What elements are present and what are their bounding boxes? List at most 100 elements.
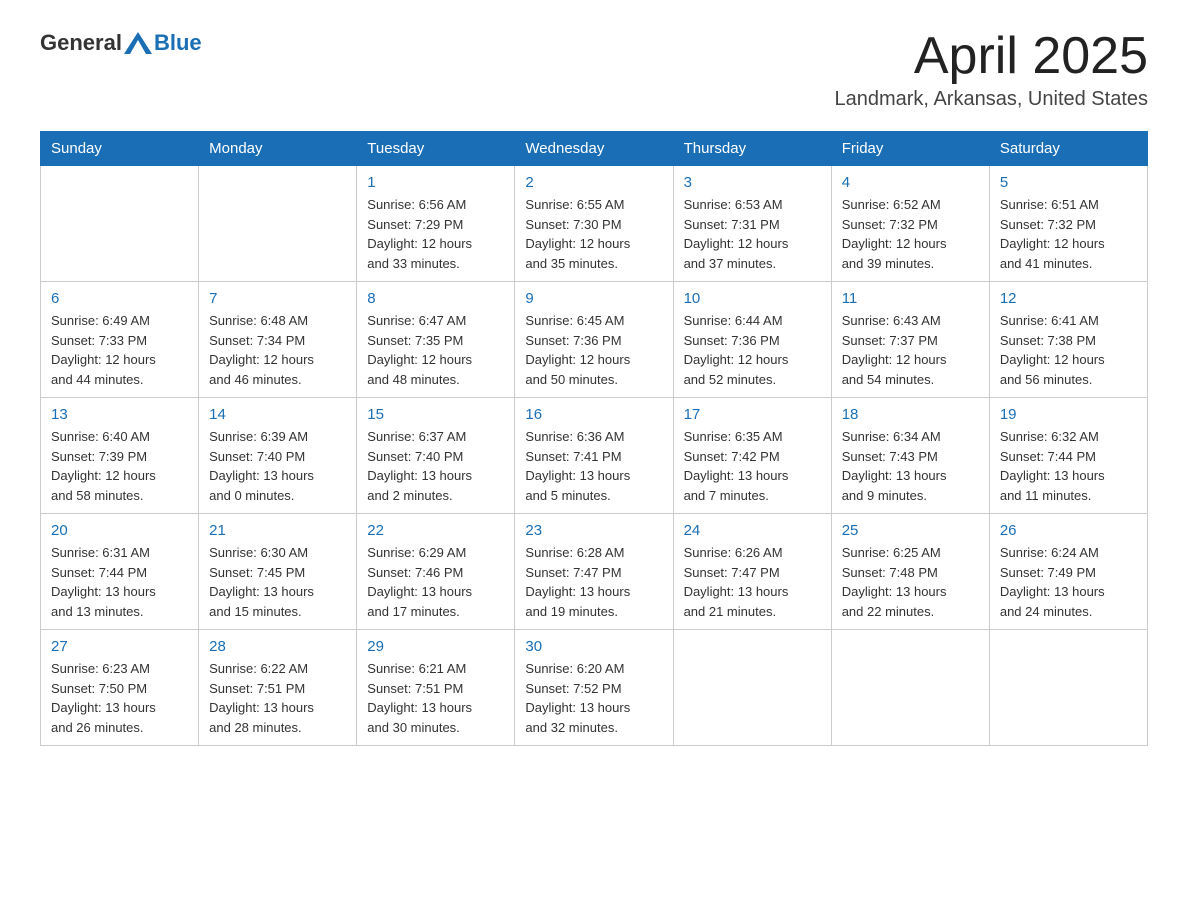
day-info: Sunrise: 6:32 AM Sunset: 7:44 PM Dayligh… [1000, 427, 1137, 505]
day-number: 6 [51, 290, 188, 307]
day-number: 12 [1000, 290, 1137, 307]
day-number: 27 [51, 638, 188, 655]
calendar-cell: 15 Sunrise: 6:37 AM Sunset: 7:40 PM Dayli… [357, 398, 515, 514]
day-info: Sunrise: 6:37 AM Sunset: 7:40 PM Dayligh… [367, 427, 504, 505]
calendar-cell: 23 Sunrise: 6:28 AM Sunset: 7:47 PM Dayli… [515, 514, 673, 630]
day-number: 11 [842, 290, 979, 307]
day-info: Sunrise: 6:56 AM Sunset: 7:29 PM Dayligh… [367, 195, 504, 273]
day-number: 20 [51, 522, 188, 539]
calendar-cell: 11 Sunrise: 6:43 AM Sunset: 7:37 PM Dayli… [831, 282, 989, 398]
calendar-cell: 3 Sunrise: 6:53 AM Sunset: 7:31 PM Daylig… [673, 166, 831, 282]
calendar-week-row: 27 Sunrise: 6:23 AM Sunset: 7:50 PM Dayli… [41, 630, 1148, 746]
day-number: 1 [367, 174, 504, 191]
calendar-cell: 19Sunrise: 6:32 AM Sunset: 7:44 PM Dayli… [989, 398, 1147, 514]
calendar-cell: 10Sunrise: 6:44 AM Sunset: 7:36 PM Dayli… [673, 282, 831, 398]
day-info: Sunrise: 6:30 AM Sunset: 7:45 PM Dayligh… [209, 543, 346, 621]
calendar-cell: 26Sunrise: 6:24 AM Sunset: 7:49 PM Dayli… [989, 514, 1147, 630]
day-number: 2 [525, 174, 662, 191]
calendar-cell: 16 Sunrise: 6:36 AM Sunset: 7:41 PM Dayli… [515, 398, 673, 514]
day-number: 13 [51, 406, 188, 423]
day-number: 28 [209, 638, 346, 655]
day-info: Sunrise: 6:55 AM Sunset: 7:30 PM Dayligh… [525, 195, 662, 273]
day-info: Sunrise: 6:34 AM Sunset: 7:43 PM Dayligh… [842, 427, 979, 505]
day-header-monday: Monday [199, 132, 357, 166]
day-number: 30 [525, 638, 662, 655]
day-number: 14 [209, 406, 346, 423]
calendar-week-row: 20 Sunrise: 6:31 AM Sunset: 7:44 PM Dayli… [41, 514, 1148, 630]
day-info: Sunrise: 6:41 AM Sunset: 7:38 PM Dayligh… [1000, 311, 1137, 389]
day-header-friday: Friday [831, 132, 989, 166]
calendar-week-row: 13 Sunrise: 6:40 AM Sunset: 7:39 PM Dayli… [41, 398, 1148, 514]
day-info: Sunrise: 6:29 AM Sunset: 7:46 PM Dayligh… [367, 543, 504, 621]
day-info: Sunrise: 6:31 AM Sunset: 7:44 PM Dayligh… [51, 543, 188, 621]
calendar-cell [831, 630, 989, 746]
calendar-cell: 22 Sunrise: 6:29 AM Sunset: 7:46 PM Dayli… [357, 514, 515, 630]
calendar-cell: 17 Sunrise: 6:35 AM Sunset: 7:42 PM Dayli… [673, 398, 831, 514]
calendar-header-row: SundayMondayTuesdayWednesdayThursdayFrid… [41, 132, 1148, 166]
calendar-cell: 29 Sunrise: 6:21 AM Sunset: 7:51 PM Dayli… [357, 630, 515, 746]
day-header-thursday: Thursday [673, 132, 831, 166]
day-info: Sunrise: 6:53 AM Sunset: 7:31 PM Dayligh… [684, 195, 821, 273]
page-header: General Blue April 2025 Landmark, Arkans… [40, 30, 1148, 111]
day-info: Sunrise: 6:23 AM Sunset: 7:50 PM Dayligh… [51, 659, 188, 737]
calendar-cell [41, 166, 199, 282]
calendar-cell: 18 Sunrise: 6:34 AM Sunset: 7:43 PM Dayli… [831, 398, 989, 514]
day-info: Sunrise: 6:51 AM Sunset: 7:32 PM Dayligh… [1000, 195, 1137, 273]
day-number: 9 [525, 290, 662, 307]
day-info: Sunrise: 6:36 AM Sunset: 7:41 PM Dayligh… [525, 427, 662, 505]
day-info: Sunrise: 6:28 AM Sunset: 7:47 PM Dayligh… [525, 543, 662, 621]
calendar-cell: 25Sunrise: 6:25 AM Sunset: 7:48 PM Dayli… [831, 514, 989, 630]
calendar-table: SundayMondayTuesdayWednesdayThursdayFrid… [40, 131, 1148, 746]
calendar-cell [199, 166, 357, 282]
day-number: 29 [367, 638, 504, 655]
day-number: 3 [684, 174, 821, 191]
calendar-cell: 2 Sunrise: 6:55 AM Sunset: 7:30 PM Daylig… [515, 166, 673, 282]
calendar-cell: 9 Sunrise: 6:45 AM Sunset: 7:36 PM Daylig… [515, 282, 673, 398]
day-number: 25 [842, 522, 979, 539]
day-header-tuesday: Tuesday [357, 132, 515, 166]
day-info: Sunrise: 6:22 AM Sunset: 7:51 PM Dayligh… [209, 659, 346, 737]
day-header-wednesday: Wednesday [515, 132, 673, 166]
calendar-cell: 4Sunrise: 6:52 AM Sunset: 7:32 PM Daylig… [831, 166, 989, 282]
calendar-week-row: 1 Sunrise: 6:56 AM Sunset: 7:29 PM Daylig… [41, 166, 1148, 282]
day-info: Sunrise: 6:47 AM Sunset: 7:35 PM Dayligh… [367, 311, 504, 389]
day-number: 15 [367, 406, 504, 423]
day-number: 22 [367, 522, 504, 539]
day-number: 16 [525, 406, 662, 423]
calendar-cell: 7Sunrise: 6:48 AM Sunset: 7:34 PM Daylig… [199, 282, 357, 398]
calendar-cell [673, 630, 831, 746]
day-info: Sunrise: 6:35 AM Sunset: 7:42 PM Dayligh… [684, 427, 821, 505]
day-number: 26 [1000, 522, 1137, 539]
calendar-cell: 28 Sunrise: 6:22 AM Sunset: 7:51 PM Dayli… [199, 630, 357, 746]
calendar-cell: 12 Sunrise: 6:41 AM Sunset: 7:38 PM Dayli… [989, 282, 1147, 398]
day-number: 21 [209, 522, 346, 539]
logo-general-text: General [40, 30, 122, 56]
calendar-cell: 6 Sunrise: 6:49 AM Sunset: 7:33 PM Daylig… [41, 282, 199, 398]
calendar-cell: 5 Sunrise: 6:51 AM Sunset: 7:32 PM Daylig… [989, 166, 1147, 282]
day-info: Sunrise: 6:43 AM Sunset: 7:37 PM Dayligh… [842, 311, 979, 389]
day-number: 24 [684, 522, 821, 539]
logo-icon [124, 32, 152, 54]
day-info: Sunrise: 6:39 AM Sunset: 7:40 PM Dayligh… [209, 427, 346, 505]
day-number: 5 [1000, 174, 1137, 191]
day-header-saturday: Saturday [989, 132, 1147, 166]
title-section: April 2025 Landmark, Arkansas, United St… [835, 30, 1149, 111]
calendar-cell: 27 Sunrise: 6:23 AM Sunset: 7:50 PM Dayli… [41, 630, 199, 746]
day-info: Sunrise: 6:26 AM Sunset: 7:47 PM Dayligh… [684, 543, 821, 621]
calendar-cell: 1 Sunrise: 6:56 AM Sunset: 7:29 PM Daylig… [357, 166, 515, 282]
day-number: 18 [842, 406, 979, 423]
calendar-cell: 21 Sunrise: 6:30 AM Sunset: 7:45 PM Dayli… [199, 514, 357, 630]
day-info: Sunrise: 6:49 AM Sunset: 7:33 PM Dayligh… [51, 311, 188, 389]
day-number: 23 [525, 522, 662, 539]
day-info: Sunrise: 6:40 AM Sunset: 7:39 PM Dayligh… [51, 427, 188, 505]
day-info: Sunrise: 6:21 AM Sunset: 7:51 PM Dayligh… [367, 659, 504, 737]
location-text: Landmark, Arkansas, United States [835, 88, 1149, 111]
day-info: Sunrise: 6:45 AM Sunset: 7:36 PM Dayligh… [525, 311, 662, 389]
logo-blue-text: Blue [154, 30, 202, 56]
calendar-cell: 30Sunrise: 6:20 AM Sunset: 7:52 PM Dayli… [515, 630, 673, 746]
day-number: 17 [684, 406, 821, 423]
day-info: Sunrise: 6:48 AM Sunset: 7:34 PM Dayligh… [209, 311, 346, 389]
calendar-cell [989, 630, 1147, 746]
day-info: Sunrise: 6:52 AM Sunset: 7:32 PM Dayligh… [842, 195, 979, 273]
day-number: 10 [684, 290, 821, 307]
